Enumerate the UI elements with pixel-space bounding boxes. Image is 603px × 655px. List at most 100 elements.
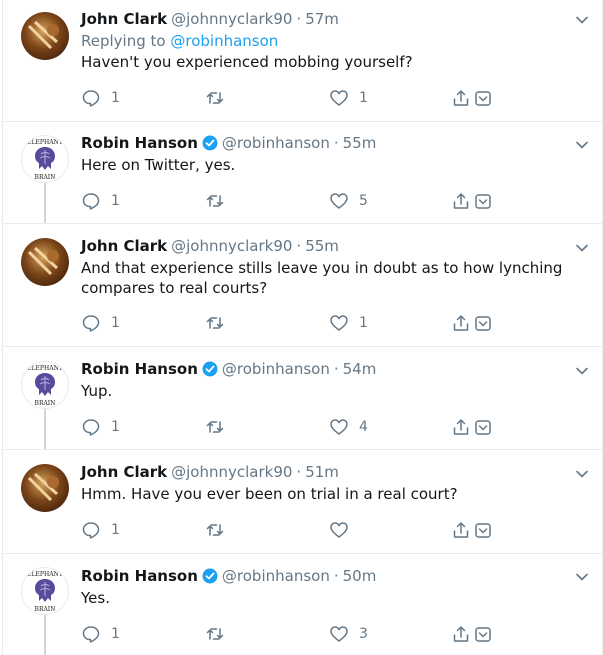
author-handle[interactable]: @robinhanson [222, 360, 330, 378]
like-button[interactable]: 3 [329, 624, 368, 644]
author-handle[interactable]: @robinhanson [222, 134, 330, 152]
retweet-icon [206, 92, 224, 104]
share-button[interactable] [451, 191, 471, 211]
tweet-actions: 1 5 [81, 191, 501, 211]
author-handle[interactable]: @johnnyclark90 [171, 10, 292, 28]
chevron-down-icon[interactable] [574, 12, 590, 28]
tweet-header: Robin Hanson @robinhanson · 54m [81, 360, 377, 378]
chevron-down-icon[interactable] [574, 363, 590, 379]
timestamp[interactable]: 51m [305, 463, 339, 481]
dm-icon [475, 91, 491, 106]
reply-icon [82, 90, 100, 107]
author-name[interactable]: Robin Hanson [81, 360, 198, 378]
share-button[interactable] [451, 88, 471, 108]
avatar[interactable] [21, 464, 69, 512]
author-name[interactable]: Robin Hanson [81, 134, 198, 152]
retweet-button[interactable] [205, 88, 235, 108]
tweet[interactable]: ELEPHANT BRAIN Robin Hanson @robinhanson ·… [3, 122, 603, 223]
tweet-text: And that experience stills leave you in … [81, 259, 563, 297]
dm-button[interactable] [473, 191, 493, 211]
retweet-button[interactable] [205, 191, 235, 211]
author-name[interactable]: John Clark [81, 10, 167, 28]
reply-button[interactable]: 1 [81, 417, 120, 437]
reply-button[interactable]: 1 [81, 624, 120, 644]
share-icon [453, 90, 469, 106]
tweet[interactable]: John Clark @johnnyclark90 · 57m Replying to… [3, 0, 603, 121]
timestamp[interactable]: 55m [343, 134, 377, 152]
tweet[interactable]: John Clark @johnnyclark90 · 51m Hmm. Have y… [3, 450, 603, 553]
replying-to-label: Replying to [81, 32, 166, 50]
like-icon [330, 626, 348, 642]
dm-icon [475, 316, 491, 331]
retweet-button[interactable] [205, 624, 235, 644]
tweet-actions: 1 4 [81, 417, 501, 437]
dm-button[interactable] [473, 88, 493, 108]
like-button[interactable]: 1 [329, 313, 368, 333]
tweet[interactable]: ELEPHANT BRAIN Robin Hanson @robinhanson ·… [3, 347, 603, 449]
avatar[interactable] [21, 238, 69, 286]
tweet-header: Robin Hanson @robinhanson · 55m [81, 134, 377, 152]
retweet-button[interactable] [205, 520, 235, 540]
like-count: 3 [359, 626, 368, 642]
like-count: 4 [359, 419, 368, 435]
avatar-logo-bottom-text: BRAIN [35, 400, 56, 407]
timestamp[interactable]: 57m [305, 10, 339, 28]
share-button[interactable] [451, 520, 471, 540]
avatar[interactable]: ELEPHANT BRAIN [21, 567, 69, 615]
timestamp[interactable]: 54m [343, 360, 377, 378]
chevron-down-icon[interactable] [574, 466, 590, 482]
replying-to: Replying to @robinhanson [81, 31, 278, 51]
avatar-logo-top-text: ELEPHANT [27, 571, 63, 578]
avatar[interactable]: ELEPHANT BRAIN [21, 135, 69, 183]
dm-button[interactable] [473, 520, 493, 540]
share-button[interactable] [451, 313, 471, 333]
reply-button[interactable]: 1 [81, 520, 120, 540]
tweet[interactable]: John Clark @johnnyclark90 · 55m And that ex… [3, 224, 603, 346]
tweet-actions: 1 1 [81, 88, 501, 108]
share-icon [453, 419, 469, 435]
tweet-header: John Clark @johnnyclark90 · 57m [81, 10, 339, 28]
mention-link[interactable]: @robinhanson [170, 32, 278, 50]
tweet-text: Yes. [81, 589, 110, 607]
chevron-down-icon[interactable] [574, 569, 590, 585]
like-count: 5 [359, 193, 368, 209]
avatar[interactable] [21, 12, 69, 60]
retweet-icon [206, 628, 224, 640]
tweet[interactable]: ELEPHANT BRAIN Robin Hanson @robinhanson ·… [3, 554, 603, 655]
reply-icon [82, 193, 100, 210]
author-name[interactable]: John Clark [81, 463, 167, 481]
retweet-button[interactable] [205, 313, 235, 333]
timestamp[interactable]: 55m [305, 237, 339, 255]
like-button[interactable] [329, 520, 359, 540]
share-button[interactable] [451, 624, 471, 644]
author-handle[interactable]: @robinhanson [222, 567, 330, 585]
author-name[interactable]: John Clark [81, 237, 167, 255]
retweet-icon [206, 195, 224, 207]
share-button[interactable] [451, 417, 471, 437]
retweet-button[interactable] [205, 417, 235, 437]
reply-icon [82, 626, 100, 643]
like-button[interactable]: 4 [329, 417, 368, 437]
avatar[interactable]: ELEPHANT BRAIN [21, 361, 69, 409]
like-button[interactable]: 5 [329, 191, 368, 211]
like-icon [330, 193, 348, 209]
tweet-text: Here on Twitter, yes. [81, 156, 236, 174]
dm-button[interactable] [473, 417, 493, 437]
like-icon [330, 419, 348, 435]
author-name[interactable]: Robin Hanson [81, 567, 198, 585]
chevron-down-icon[interactable] [574, 137, 590, 153]
reply-button[interactable]: 1 [81, 88, 120, 108]
dm-button[interactable] [473, 313, 493, 333]
author-handle[interactable]: @johnnyclark90 [171, 463, 292, 481]
reply-button[interactable]: 1 [81, 313, 120, 333]
tweet-actions: 1 1 [81, 313, 501, 333]
tweet-header: John Clark @johnnyclark90 · 55m [81, 237, 339, 255]
reply-button[interactable]: 1 [81, 191, 120, 211]
dm-button[interactable] [473, 624, 493, 644]
author-handle[interactable]: @johnnyclark90 [171, 237, 292, 255]
timestamp[interactable]: 50m [343, 567, 377, 585]
like-button[interactable]: 1 [329, 88, 368, 108]
avatar-logo-top-text: ELEPHANT [27, 139, 63, 146]
chevron-down-icon[interactable] [574, 240, 590, 256]
avatar-logo-top-text: ELEPHANT [27, 365, 63, 372]
